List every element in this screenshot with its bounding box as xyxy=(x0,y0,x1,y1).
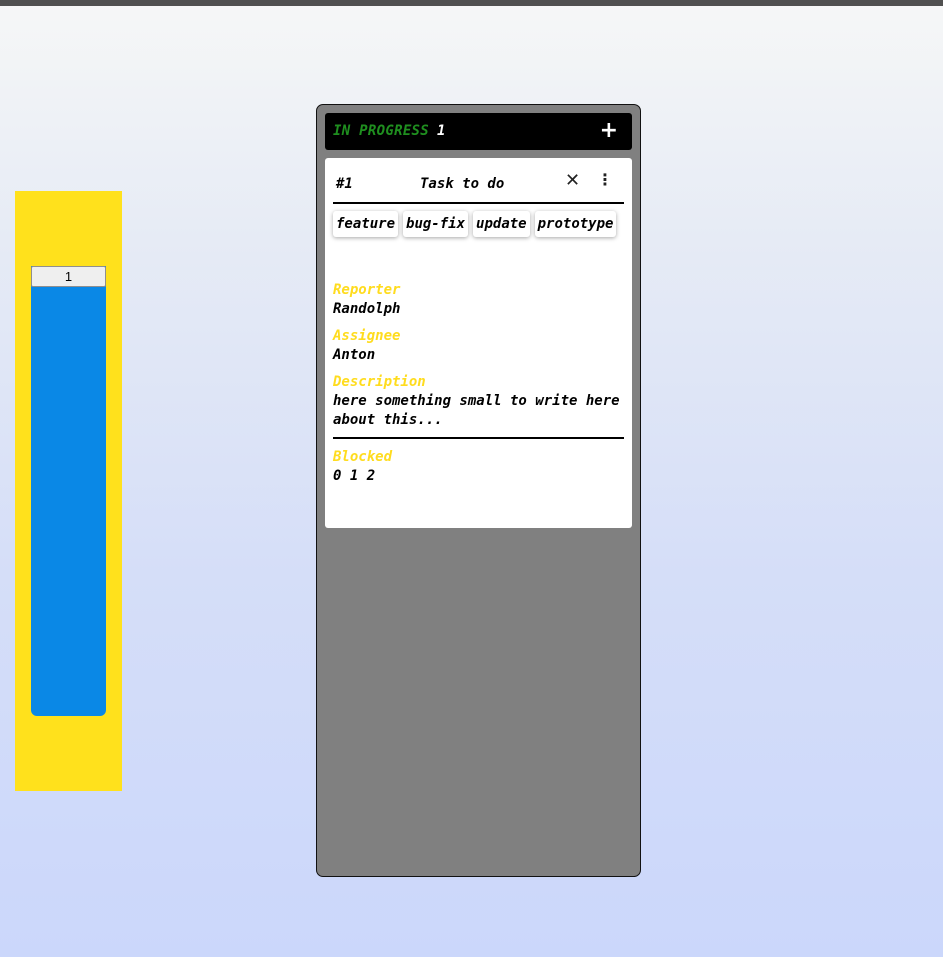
side-panel: 1 xyxy=(15,191,122,791)
close-icon[interactable]: ✕ xyxy=(565,170,580,191)
assignee-value: Anton xyxy=(333,347,376,363)
assignee-label: Assignee xyxy=(333,328,401,344)
more-vertical-icon[interactable]: ⋮ xyxy=(597,170,613,189)
column-header: IN PROGRESS 1 + xyxy=(325,113,632,150)
reporter-value: Randolph xyxy=(333,301,401,317)
tag-list: feature bug-fix update prototype xyxy=(333,211,628,241)
column-title: IN PROGRESS xyxy=(333,123,430,139)
card-title: Task to do xyxy=(420,176,505,192)
tag-feature[interactable]: feature xyxy=(333,211,399,237)
tag-bug-fix[interactable]: bug-fix xyxy=(403,211,469,237)
card-id: #1 xyxy=(336,176,353,192)
card-divider xyxy=(333,437,624,439)
board-column-in-progress: IN PROGRESS 1 + #1 Task to do ✕ ⋮ featur… xyxy=(316,104,641,877)
task-card[interactable]: #1 Task to do ✕ ⋮ feature bug-fix update pr… xyxy=(325,158,632,528)
side-column[interactable]: 1 xyxy=(31,266,106,716)
tag-prototype[interactable]: prototype xyxy=(534,211,617,237)
card-header: #1 Task to do ✕ ⋮ xyxy=(333,168,624,204)
description-label: Description xyxy=(333,374,426,390)
reporter-label: Reporter xyxy=(333,282,401,298)
browser-top-bar xyxy=(0,0,943,6)
blocked-value: 0 1 2 xyxy=(333,468,376,484)
tag-update[interactable]: update xyxy=(473,211,530,237)
side-column-button[interactable]: 1 xyxy=(31,266,106,287)
add-task-button[interactable]: + xyxy=(600,118,618,144)
description-value: here something small to write here about… xyxy=(333,393,620,428)
column-count: 1 xyxy=(437,123,446,139)
blocked-label: Blocked xyxy=(333,449,393,465)
